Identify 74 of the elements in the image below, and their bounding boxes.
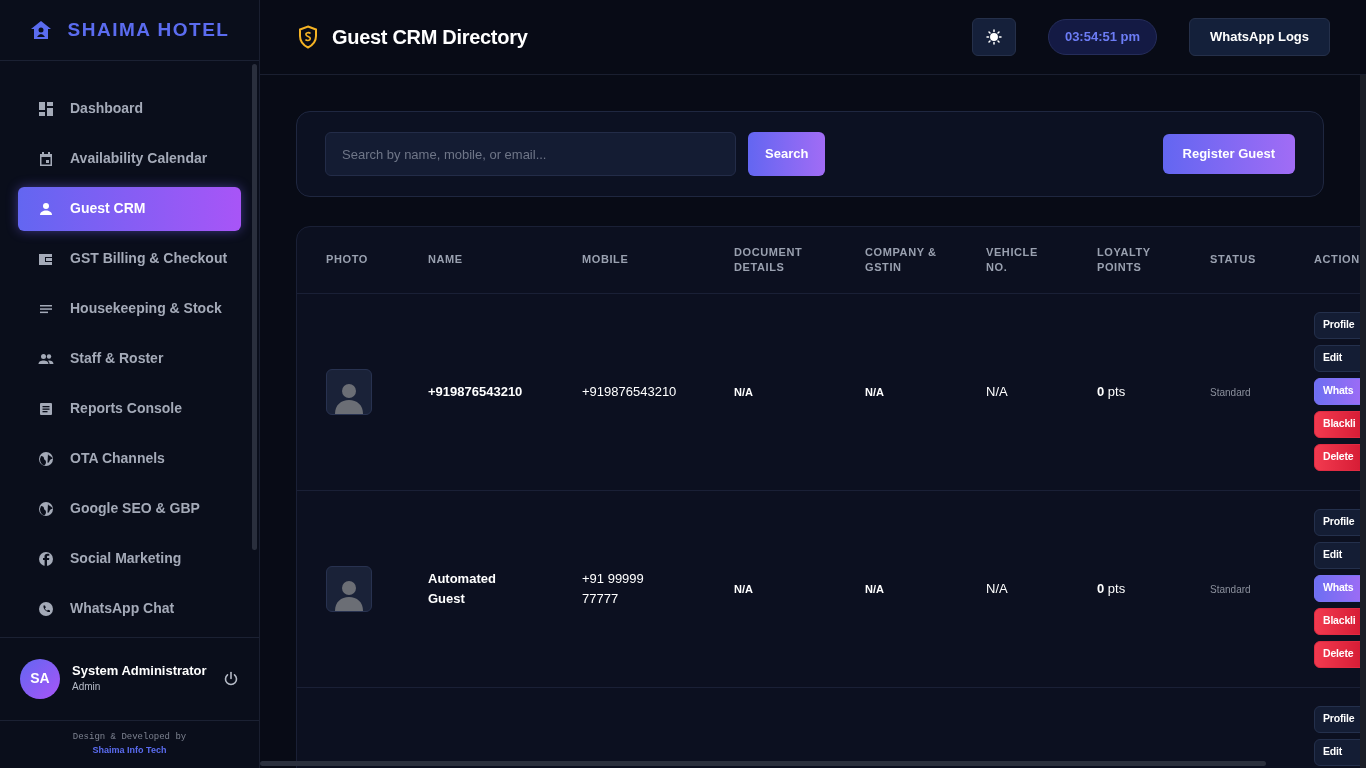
house-icon [29, 19, 52, 40]
calendar-icon [38, 150, 54, 167]
action-button[interactable]: Delete [1314, 443, 1361, 471]
scrollbar[interactable] [260, 761, 1266, 766]
company-details: N/A [865, 385, 884, 398]
sidebar-item[interactable]: GST Billing & Checkout [18, 236, 241, 281]
loyalty-points: 0 pts [1097, 383, 1126, 399]
sidebar-item[interactable]: Google SEO & GBP [18, 486, 241, 531]
status-text: Standard [1210, 386, 1251, 398]
loyalty-points: 0 pts [1097, 580, 1126, 596]
globe-icon [38, 450, 54, 467]
mobile-number: +919876543210 [582, 382, 677, 401]
action-button[interactable]: Edit [1314, 738, 1361, 766]
vehicle-number: N/A [986, 383, 1008, 399]
person-icon [38, 200, 54, 217]
sidebar-item[interactable]: WhatsApp Chat [18, 586, 241, 631]
sidebar-item[interactable]: Dashboard [18, 86, 241, 131]
action-button[interactable]: Edit [1314, 344, 1361, 372]
guest-name: +919876543210 [428, 382, 523, 401]
action-button[interactable]: Blackli [1314, 607, 1361, 635]
chat-icon [38, 600, 54, 617]
sidebar-item[interactable]: Housekeeping & Stock [18, 286, 241, 331]
scrollbar[interactable] [1360, 75, 1366, 768]
clock: 03:54:51 pm [1047, 19, 1158, 55]
sidebar-item[interactable]: Staff & Roster [18, 336, 241, 381]
action-button[interactable]: Whats [1314, 574, 1361, 602]
company-link[interactable]: Shaima Info Tech [92, 745, 167, 755]
action-button[interactable]: Blackli [1314, 410, 1361, 438]
register-guest-button[interactable]: Register Guest [1162, 134, 1295, 174]
page-title: Guest CRM Directory [332, 25, 528, 50]
shield-icon [298, 25, 318, 49]
power-icon[interactable] [223, 670, 239, 687]
action-button[interactable]: Profile [1314, 508, 1361, 536]
action-button[interactable]: Edit [1314, 541, 1361, 569]
search-field[interactable]: Search by name, mobile, or email... [325, 132, 736, 176]
document-details: N/A [734, 582, 753, 595]
guest-name: Automated Guest [428, 570, 497, 608]
column-header: ACTION [1314, 252, 1360, 268]
vehicle-number: N/A [986, 580, 1008, 596]
action-button[interactable]: Profile [1314, 311, 1361, 339]
credit-text: Design & Developed by [71, 731, 188, 744]
sun-icon [985, 29, 1002, 45]
globe-icon [38, 500, 54, 517]
company-details: N/A [865, 582, 884, 595]
action-button[interactable]: Whats [1314, 377, 1361, 405]
grid-icon [38, 100, 54, 117]
scrollbar[interactable] [252, 64, 257, 550]
sidebar-item[interactable]: Social Marketing [18, 536, 241, 581]
column-header: COMPANY & GSTIN [865, 244, 937, 275]
document-icon [38, 400, 54, 417]
column-header: LOYALTY POINTS [1097, 244, 1152, 275]
document-details: N/A [734, 385, 753, 398]
whatsapp-logs-button[interactable]: WhatsApp Logs [1189, 18, 1330, 56]
search-button[interactable]: Search [748, 132, 826, 176]
sidebar-item[interactable]: Availability Calendar [18, 136, 241, 181]
column-header: NAME [428, 252, 463, 268]
action-button[interactable]: Profile [1314, 705, 1361, 733]
hotel-name: SHAIMA HOTEL [67, 17, 230, 42]
mobile-number: +91 99999 77777 [582, 570, 645, 608]
sidebar-item[interactable]: Guest CRM [18, 186, 241, 231]
user-name: System Administrator [72, 663, 208, 680]
column-header: MOBILE [582, 252, 629, 268]
column-header: STATUS [1210, 252, 1256, 268]
theme-toggle-button[interactable] [971, 18, 1016, 56]
column-header: VEHICLE NO. [986, 244, 1039, 275]
action-button[interactable]: Delete [1314, 640, 1361, 668]
status-text: Standard [1210, 583, 1251, 595]
column-header: PHOTO [326, 252, 368, 268]
user-role: Admin [72, 680, 102, 695]
column-header: DOCUMENT DETAILS [734, 244, 804, 275]
social-icon [38, 550, 54, 567]
sidebar-item[interactable]: OTA Channels [18, 436, 241, 481]
sidebar-item[interactable]: Reports Console [18, 386, 241, 431]
user-avatar: SA [20, 658, 60, 699]
